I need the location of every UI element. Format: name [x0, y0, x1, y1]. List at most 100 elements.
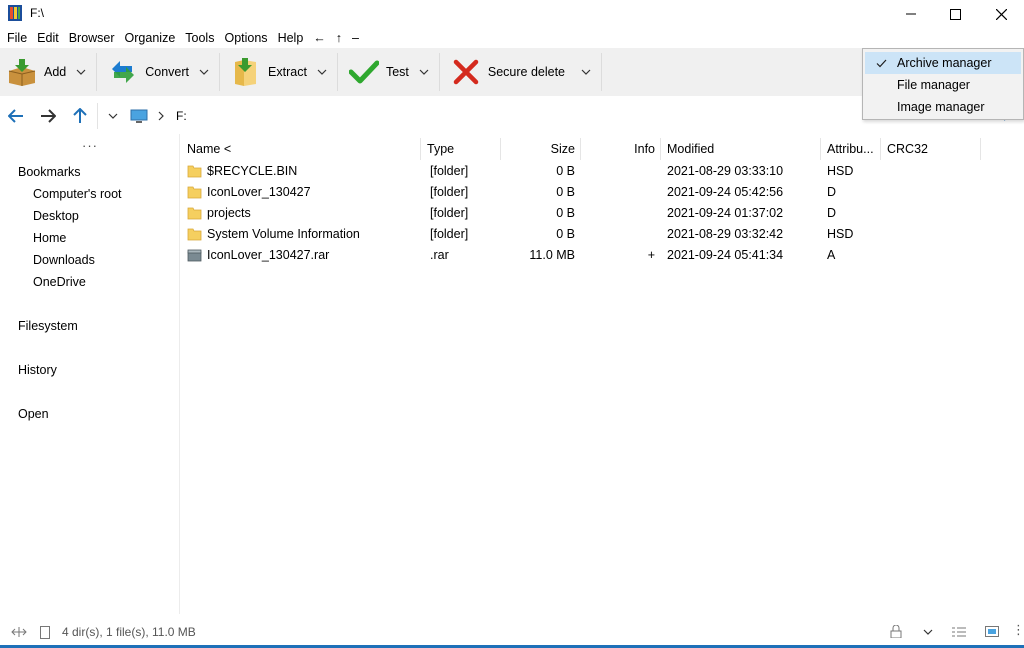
convert-icon: [107, 56, 139, 88]
file-row[interactable]: projects [folder] 0 B 2021-09-24 01:37:0…: [182, 203, 1024, 224]
test-dropdown-button[interactable]: [413, 48, 435, 96]
sidebar-filesystem[interactable]: Filesystem: [18, 319, 78, 333]
convert-dropdown-button[interactable]: [193, 48, 215, 96]
preview-pane-icon[interactable]: [985, 626, 999, 637]
more-options-icon[interactable]: ⋮: [1012, 622, 1024, 638]
column-header-type[interactable]: Type: [427, 138, 454, 160]
sidebar-item-downloads[interactable]: Downloads: [33, 253, 95, 267]
file-type: [folder]: [430, 206, 469, 220]
add-dropdown-button[interactable]: [70, 48, 92, 96]
file-modified: 2021-08-29 03:33:10: [667, 164, 784, 178]
column-divider[interactable]: [820, 138, 821, 160]
resize-arrows-icon[interactable]: [11, 626, 27, 638]
folder-icon: [187, 165, 202, 178]
minimize-button[interactable]: [888, 0, 934, 28]
close-icon: [995, 8, 1007, 20]
sidebar-item-desktop[interactable]: Desktop: [33, 209, 79, 223]
test-label: Test: [385, 65, 409, 79]
file-size: 11.0 MB: [529, 248, 575, 262]
sidebar-more-icon[interactable]: ···: [82, 138, 98, 153]
menu-item-file-manager[interactable]: File manager: [865, 74, 1021, 96]
chevron-right-icon[interactable]: [158, 111, 164, 121]
close-button[interactable]: [978, 0, 1024, 28]
back-button[interactable]: [0, 100, 32, 132]
chevron-down-icon: [317, 69, 327, 75]
computer-icon: [130, 109, 148, 123]
secure-delete-button[interactable]: Secure delete: [444, 48, 569, 96]
file-modified: 2021-09-24 05:41:34: [667, 248, 784, 262]
column-header-crc32[interactable]: CRC32: [887, 138, 928, 160]
window-title: F:\: [30, 6, 44, 20]
file-row[interactable]: IconLover_130427 [folder] 0 B 2021-09-24…: [182, 182, 1024, 203]
chevron-down-icon: [419, 69, 429, 75]
forward-button[interactable]: [32, 100, 64, 132]
column-divider[interactable]: [660, 138, 661, 160]
arrow-up-icon: [73, 108, 87, 123]
convert-button[interactable]: Convert: [101, 48, 193, 96]
menu-file[interactable]: File: [2, 28, 32, 48]
menu-edit[interactable]: Edit: [32, 28, 64, 48]
chevron-down-icon: [76, 69, 86, 75]
column-header-attributes[interactable]: Attribu...: [827, 138, 874, 160]
menu-item-image-manager[interactable]: Image manager: [865, 96, 1021, 118]
column-divider[interactable]: [880, 138, 881, 160]
up-button[interactable]: [64, 100, 96, 132]
view-mode-menu: Archive manager File manager Image manag…: [862, 48, 1024, 120]
chevron-down-icon: [199, 69, 209, 75]
column-header-name[interactable]: Name <: [187, 138, 231, 160]
menu-up-arrow[interactable]: ↑: [331, 28, 347, 48]
column-divider[interactable]: [420, 138, 421, 160]
menu-item-label: Archive manager: [897, 56, 992, 70]
status-summary: 4 dir(s), 1 file(s), 11.0 MB: [62, 625, 196, 639]
chevron-down-icon[interactable]: [923, 629, 933, 635]
details-view-icon[interactable]: [951, 626, 967, 638]
file-row[interactable]: IconLover_130427.rar .rar 11.0 MB + 2021…: [182, 245, 1024, 266]
extract-dropdown-button[interactable]: [311, 48, 333, 96]
column-header-info[interactable]: Info: [580, 138, 655, 160]
sidebar-item-onedrive[interactable]: OneDrive: [33, 275, 86, 289]
sidebar-item-computers-root[interactable]: Computer's root: [33, 187, 122, 201]
add-button[interactable]: Add: [0, 48, 70, 96]
file-modified: 2021-09-24 05:42:56: [667, 185, 784, 199]
column-header-size[interactable]: Size: [500, 138, 575, 160]
sidebar-open[interactable]: Open: [18, 407, 49, 421]
file-size: 0 B: [556, 185, 575, 199]
file-type: [folder]: [430, 164, 469, 178]
extract-button[interactable]: Extract: [224, 48, 311, 96]
sidebar-history[interactable]: History: [18, 363, 57, 377]
file-modified: 2021-08-29 03:32:42: [667, 227, 784, 241]
maximize-icon: [949, 8, 961, 20]
folder-icon: [187, 207, 202, 220]
menu-tools[interactable]: Tools: [180, 28, 219, 48]
secure-delete-dropdown-button[interactable]: [575, 48, 597, 96]
column-divider[interactable]: [980, 138, 981, 160]
menu-item-archive-manager[interactable]: Archive manager: [865, 52, 1021, 74]
menu-browser[interactable]: Browser: [64, 28, 120, 48]
file-name: System Volume Information: [207, 227, 360, 241]
file-row[interactable]: $RECYCLE.BIN [folder] 0 B 2021-08-29 03:…: [182, 161, 1024, 182]
test-button[interactable]: Test: [342, 48, 413, 96]
sidebar: ··· Bookmarks Computer's root Desktop Ho…: [0, 134, 180, 614]
sidebar-bookmarks-heading[interactable]: Bookmarks: [18, 165, 81, 179]
file-size: 0 B: [556, 164, 575, 178]
file-type: [folder]: [430, 227, 469, 241]
archive-icon: [187, 249, 202, 262]
file-icon: [40, 625, 50, 639]
menu-options[interactable]: Options: [219, 28, 272, 48]
menu-organize[interactable]: Organize: [120, 28, 181, 48]
menu-minus[interactable]: –: [347, 28, 364, 48]
file-name: IconLover_130427: [207, 185, 311, 199]
menu-back-arrow[interactable]: ←: [308, 28, 331, 48]
minimize-icon: [906, 13, 916, 15]
toolbar-separator: [336, 53, 338, 91]
maximize-button[interactable]: [932, 0, 978, 28]
chevron-down-icon[interactable]: [108, 113, 118, 119]
file-row[interactable]: System Volume Information [folder] 0 B 2…: [182, 224, 1024, 245]
sidebar-item-home[interactable]: Home: [33, 231, 66, 245]
column-header-modified[interactable]: Modified: [667, 138, 714, 160]
lock-icon[interactable]: [890, 625, 902, 638]
file-attributes: D: [827, 206, 837, 220]
menu-help[interactable]: Help: [273, 28, 309, 48]
title-bar: F:\: [0, 0, 1024, 28]
file-attributes: HSD: [827, 227, 854, 241]
